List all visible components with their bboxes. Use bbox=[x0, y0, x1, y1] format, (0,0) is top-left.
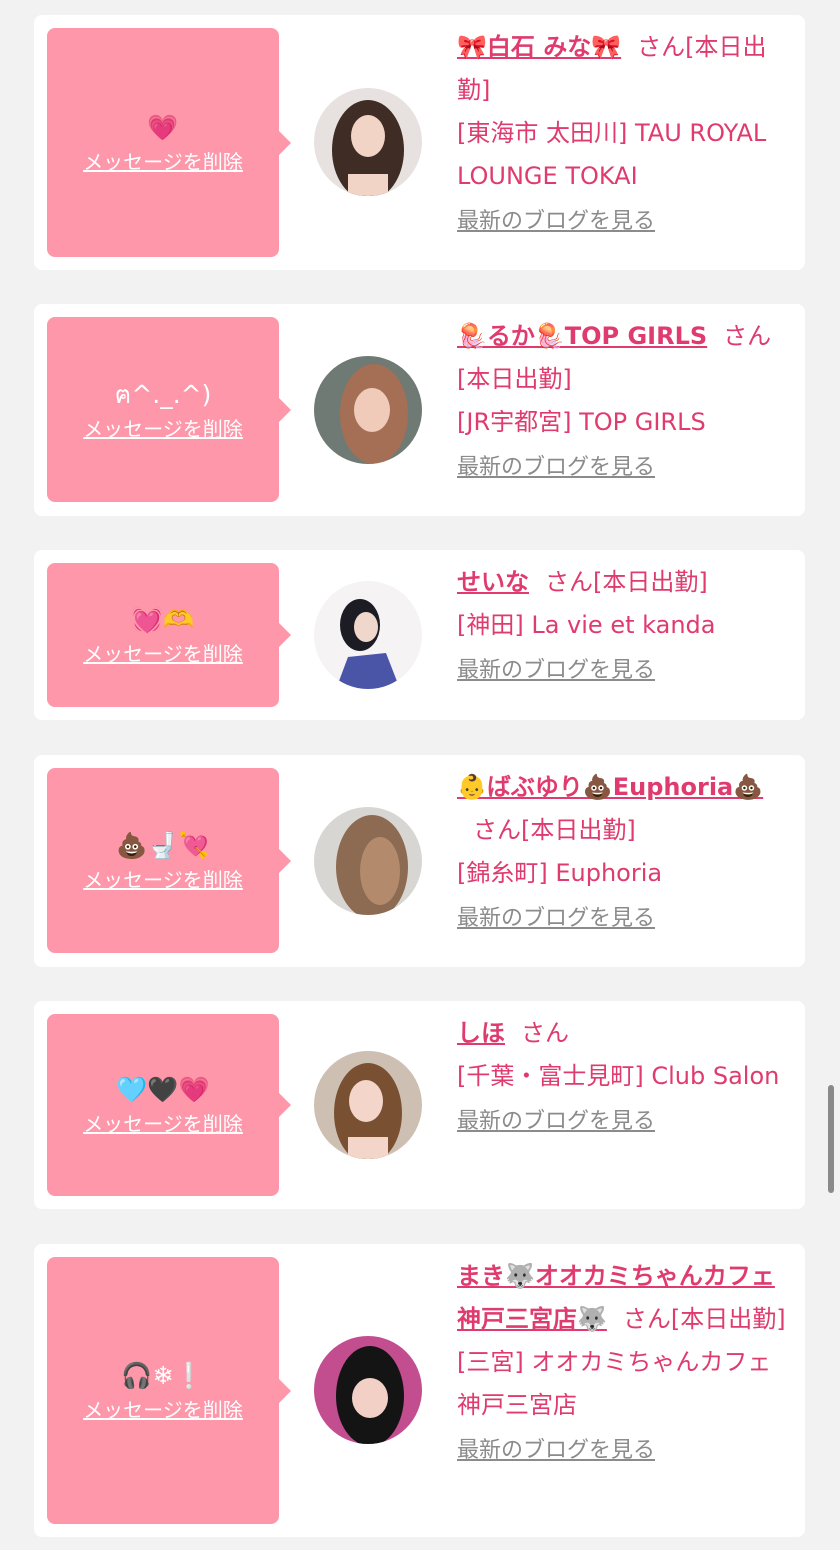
latest-blog-link[interactable]: 最新のブログを見る bbox=[457, 903, 655, 935]
scrollbar[interactable] bbox=[828, 1085, 834, 1193]
message-text: 🎧❄❕ bbox=[121, 1360, 205, 1390]
cast-name-link[interactable]: 👶ばぶゆり💩Euphoria💩 bbox=[457, 773, 763, 801]
latest-blog-link[interactable]: 最新のブログを見る bbox=[457, 1435, 655, 1467]
shop-text: [JR宇都宮] TOP GIRLS bbox=[457, 408, 706, 436]
shop-text: [錦糸町] Euphoria bbox=[457, 859, 663, 887]
delete-message-link[interactable]: メッセージを削除 bbox=[83, 416, 243, 442]
delete-message-link[interactable]: メッセージを削除 bbox=[83, 1111, 243, 1137]
latest-blog-link[interactable]: 最新のブログを見る bbox=[457, 1106, 655, 1138]
latest-blog-link[interactable]: 最新のブログを見る bbox=[457, 452, 655, 484]
cast-name-link[interactable]: 🎀白石 みな🎀 bbox=[457, 33, 621, 61]
status-text: さん[本日出勤] bbox=[545, 568, 708, 596]
delete-message-link[interactable]: メッセージを削除 bbox=[83, 149, 243, 175]
shop-text: [三宮] オオカミちゃんカフェ神戸三宮店 bbox=[457, 1348, 772, 1419]
delete-message-link[interactable]: メッセージを削除 bbox=[83, 1397, 243, 1423]
favorite-card: 🎧❄❕ メッセージを削除 まき🐺オオカミちゃんカフェ神戸三宮店🐺 さん[本日出勤]… bbox=[34, 1244, 805, 1537]
card-info: まき🐺オオカミちゃんカフェ神戸三宮店🐺 さん[本日出勤] [三宮] オオカミちゃん… bbox=[457, 1255, 795, 1471]
avatar[interactable] bbox=[314, 807, 422, 915]
message-text: 💗 bbox=[147, 112, 179, 142]
avatar[interactable] bbox=[314, 1336, 422, 1444]
message-bubble: 💓🫶 メッセージを削除 bbox=[47, 563, 291, 707]
avatar[interactable] bbox=[314, 356, 422, 464]
message-text: 💓🫶 bbox=[131, 605, 195, 634]
favorite-card: 💩🚽💘 メッセージを削除 👶ばぶゆり💩Euphoria💩 さん[本日出勤] [錦糸… bbox=[34, 755, 805, 967]
card-info: 👶ばぶゆり💩Euphoria💩 さん[本日出勤] [錦糸町] Euphoria 最… bbox=[457, 766, 795, 939]
cast-name-link[interactable]: せいな bbox=[457, 568, 529, 596]
shop-text: [東海市 太田川] TAU ROYAL LOUNGE TOKAI bbox=[457, 119, 767, 190]
message-bubble: ฅ^._.^) メッセージを削除 bbox=[47, 317, 291, 502]
favorite-card: 💗 メッセージを削除 🎀白石 みな🎀 さん[本日出勤] [東海市 太田川] TAU… bbox=[34, 15, 805, 270]
message-text: 💩🚽💘 bbox=[116, 830, 210, 860]
avatar[interactable] bbox=[314, 88, 422, 196]
latest-blog-link[interactable]: 最新のブログを見る bbox=[457, 206, 655, 238]
message-bubble: 🎧❄❕ メッセージを削除 bbox=[47, 1257, 291, 1524]
card-info: 🎀白石 みな🎀 さん[本日出勤] [東海市 太田川] TAU ROYAL LOUN… bbox=[457, 26, 795, 242]
favorite-card: 🩵🖤💗 メッセージを削除 しほ さん [千葉・富士見町] Club Salon 最… bbox=[34, 1001, 805, 1209]
message-bubble: 💩🚽💘 メッセージを削除 bbox=[47, 768, 291, 953]
shop-text: [千葉・富士見町] Club Salon bbox=[457, 1062, 780, 1090]
favorite-card: 💓🫶 メッセージを削除 せいな さん[本日出勤] [神田] La vie et k… bbox=[34, 550, 805, 720]
card-info: 🪼るか🪼TOP GIRLS さん[本日出勤] [JR宇都宮] TOP GIRLS … bbox=[457, 315, 795, 488]
status-text: さん[本日出勤] bbox=[622, 1305, 786, 1333]
message-text: 🩵🖤💗 bbox=[116, 1075, 210, 1104]
avatar[interactable] bbox=[314, 1051, 422, 1159]
message-text: ฅ^._.^) bbox=[114, 379, 212, 409]
delete-message-link[interactable]: メッセージを削除 bbox=[83, 641, 243, 667]
latest-blog-link[interactable]: 最新のブログを見る bbox=[457, 655, 655, 687]
message-bubble: 🩵🖤💗 メッセージを削除 bbox=[47, 1014, 291, 1196]
status-text: さん bbox=[521, 1019, 569, 1047]
avatar[interactable] bbox=[314, 581, 422, 689]
shop-text: [神田] La vie et kanda bbox=[457, 611, 716, 639]
cast-name-link[interactable]: 🪼るか🪼TOP GIRLS bbox=[457, 322, 707, 350]
cast-name-link[interactable]: しほ bbox=[457, 1019, 505, 1047]
message-bubble: 💗 メッセージを削除 bbox=[47, 28, 291, 257]
favorite-card: ฅ^._.^) メッセージを削除 🪼るか🪼TOP GIRLS さん[本日出勤] [… bbox=[34, 304, 805, 516]
card-info: しほ さん [千葉・富士見町] Club Salon 最新のブログを見る bbox=[457, 1012, 795, 1142]
card-info: せいな さん[本日出勤] [神田] La vie et kanda 最新のブログを… bbox=[457, 561, 795, 691]
delete-message-link[interactable]: メッセージを削除 bbox=[83, 867, 243, 893]
status-text: さん[本日出勤] bbox=[473, 816, 636, 844]
